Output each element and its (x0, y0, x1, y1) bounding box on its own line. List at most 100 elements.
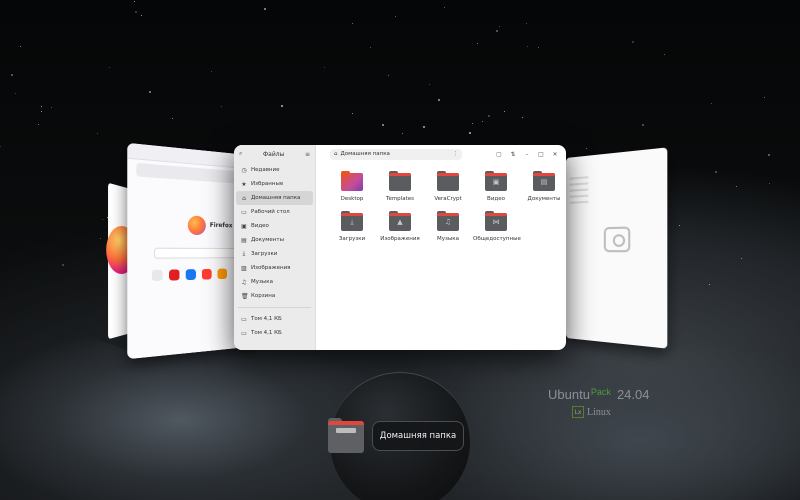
star (504, 111, 505, 112)
camera-icon (604, 227, 630, 253)
window-thumbnail-right[interactable] (566, 147, 667, 348)
star (395, 16, 396, 17)
folder-label: VeraCrypt (425, 196, 471, 203)
folder-icon: ⤓ (341, 213, 363, 231)
dock-folder-icon[interactable] (328, 421, 364, 453)
volume-label: Том 4,1 КБ (251, 316, 282, 322)
star (423, 126, 425, 128)
linux-logo: Lx Linux (572, 406, 611, 418)
star (402, 133, 403, 134)
star (370, 47, 371, 48)
path-label: Домашняя папка (341, 151, 390, 157)
folder-icon: ▤ (533, 173, 555, 191)
drive-icon: ▭ (241, 316, 247, 323)
files-main: ⌂ Домашняя папка ⋮ ▢ ⇅ – □ ✕ Desktop Temp… (316, 145, 566, 350)
folder-label: Изображения (377, 236, 423, 243)
star (38, 124, 39, 125)
star (41, 106, 42, 107)
volume-item[interactable]: ▭ Том 4,1 КБ (236, 326, 313, 340)
star (538, 47, 539, 48)
firefox-search-box (154, 248, 244, 259)
star (141, 15, 142, 16)
view-toggle-icon[interactable]: ▢ (494, 151, 504, 158)
folder-grid: Desktop Templates VeraCrypt ▣ Видео ▤ Документ… (328, 173, 566, 243)
minimize-icon[interactable]: – (522, 151, 532, 158)
sort-icon[interactable]: ⇅ (508, 151, 518, 158)
more-icon[interactable]: ⋮ (453, 151, 459, 157)
sidebar-item-label: Изображения (251, 265, 290, 271)
folder-item[interactable]: Desktop (328, 173, 376, 203)
folder-label: Загрузки (329, 236, 375, 243)
folder-item[interactable]: ▤ Документы (520, 173, 566, 203)
folder-item[interactable]: VeraCrypt (424, 173, 472, 203)
folder-item[interactable]: ▣ Видео (472, 173, 520, 203)
sidebar-item[interactable]: ★ Избранные (236, 177, 313, 191)
files-window[interactable]: ⌕ Файлы ≡ ◷ Недавние ★ Избранные ⌂ Домашняя п… (234, 145, 566, 350)
star (388, 75, 389, 76)
firefox-brand-label: Firefox (210, 222, 233, 230)
star (736, 186, 737, 187)
folder-item[interactable]: Templates (376, 173, 424, 203)
folder-item[interactable]: ⤓ Загрузки (328, 213, 376, 243)
drive-icon: ▭ (241, 330, 247, 337)
star (20, 46, 21, 47)
star (709, 284, 710, 285)
star (768, 154, 770, 156)
sidebar-item-label: Загрузки (251, 251, 277, 257)
folder-icon (437, 173, 459, 191)
maximize-icon[interactable]: □ (536, 151, 546, 158)
folder-item[interactable]: ♫ Музыка (424, 213, 472, 243)
sidebar-item[interactable]: ⌂ Домашняя папка (236, 191, 313, 205)
menu-icon[interactable]: ≡ (305, 151, 310, 158)
folder-item[interactable]: ▲ Изображения (376, 213, 424, 243)
sidebar-item[interactable]: ▤ Документы (236, 233, 313, 247)
desktop-icon: ▭ (241, 209, 247, 216)
star (102, 219, 103, 220)
star (352, 23, 353, 24)
star (586, 148, 587, 149)
star (211, 71, 212, 72)
star (496, 30, 498, 32)
sidebar-item[interactable]: ◷ Недавние (236, 163, 313, 177)
star-icon: ★ (241, 181, 247, 188)
star (488, 115, 490, 117)
brand-version: 24.04 (617, 387, 650, 402)
star (15, 93, 16, 94)
sidebar-item[interactable]: 🗑 Корзина (236, 289, 313, 303)
volume-item[interactable]: ▭ Том 4,1 КБ (236, 312, 313, 326)
star (472, 123, 473, 124)
sidebar-item[interactable]: ▭ Рабочий стол (236, 205, 313, 219)
star (382, 124, 384, 126)
star (711, 103, 712, 104)
folder-item[interactable]: ⋈ Общедоступные (472, 213, 520, 243)
close-icon[interactable]: ✕ (550, 151, 560, 158)
sidebar-title: Файлы (246, 151, 301, 158)
sidebar-item[interactable]: ▣ Видео (236, 219, 313, 233)
star (51, 107, 52, 108)
sidebar-item[interactable]: ⤓ Загрузки (236, 247, 313, 261)
sidebar-item[interactable]: ▨ Изображения (236, 261, 313, 275)
star (97, 133, 98, 134)
star (664, 54, 665, 55)
trash-icon: 🗑 (241, 293, 247, 300)
shortcut-icon (186, 269, 196, 280)
right-window-list (570, 176, 589, 208)
star (324, 67, 325, 68)
path-bar[interactable]: ⌂ Домашняя папка ⋮ (330, 149, 462, 160)
folder-label: Desktop (329, 196, 375, 203)
volume-list: ▭ Том 4,1 КБ ▭ Том 4,1 КБ (234, 312, 315, 340)
download-icon: ⤓ (241, 250, 247, 258)
folder-icon: ⋈ (485, 213, 507, 231)
star (526, 23, 527, 24)
star (62, 264, 64, 266)
search-icon[interactable]: ⌕ (239, 150, 242, 158)
star (352, 113, 353, 114)
star (764, 97, 765, 98)
sidebar-item[interactable]: ♫ Музыка (236, 275, 313, 289)
star (172, 118, 173, 119)
star (134, 1, 135, 2)
star (741, 258, 742, 259)
star (149, 91, 151, 93)
sidebar-item-label: Недавние (251, 167, 280, 173)
folder-icon: ▣ (485, 173, 507, 191)
